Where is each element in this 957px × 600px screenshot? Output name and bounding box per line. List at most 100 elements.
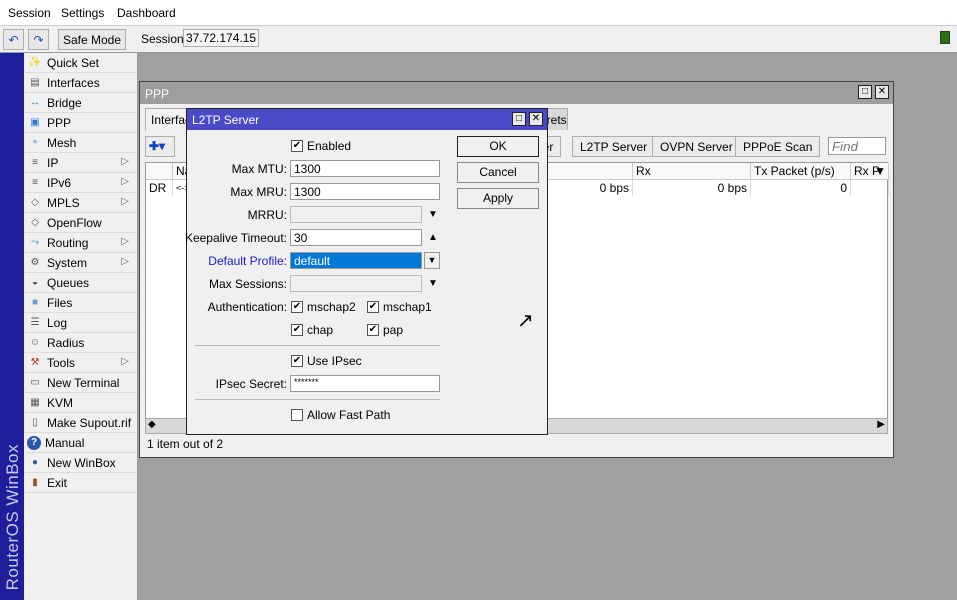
max-sessions-label: Max Sessions: [208, 277, 287, 291]
scroll-left-icon[interactable]: ◆ [148, 419, 156, 430]
sidebar-item-openflow[interactable]: ◇ OpenFlow [24, 213, 137, 233]
main-toolbar: ↶ ↷ Safe Mode Session: 37.72.174.15 [0, 26, 957, 53]
submenu-arrow-icon: ▷ [121, 236, 129, 247]
mrru-expand-icon[interactable]: ▼ [428, 209, 438, 220]
status-indicator [940, 31, 950, 44]
add-button[interactable]: ✚▾ [145, 136, 175, 157]
sidebar-item-label: Files [47, 295, 73, 310]
keepalive-input[interactable]: 30 [290, 229, 422, 246]
sidebar-item-label: System [47, 255, 88, 270]
mrru-label: MRRU: [247, 208, 287, 222]
max-mru-input[interactable]: 1300 [290, 183, 440, 200]
ppp-icon: ▣ [30, 117, 40, 128]
menu-session[interactable]: Session [8, 6, 51, 20]
auth-mschap1-label: mschap1 [383, 300, 432, 314]
allow-fast-path-checkbox[interactable] [291, 409, 303, 421]
auth-chap-label: chap [307, 323, 334, 337]
sidebar-item-new-winbox[interactable]: ● New WinBox [24, 453, 137, 473]
col-rx[interactable]: Rx [633, 163, 751, 180]
sidebar-item-label: Log [47, 315, 68, 330]
close-button[interactable]: ✕ [875, 85, 889, 99]
ppp-titlebar[interactable]: PPP □ ✕ [140, 82, 893, 104]
menu-dashboard[interactable]: Dashboard [117, 6, 176, 20]
l2tp-server-dialog: L2TP Server □ ✕ ✔ Enabled Max MTU: 1300 … [184, 108, 548, 435]
dialog-titlebar[interactable]: L2TP Server □ ✕ [187, 109, 547, 130]
enabled-checkbox[interactable]: ✔ [291, 140, 303, 152]
sidebar-item-radius[interactable]: ☺ Radius [24, 333, 137, 353]
auth-pap-checkbox[interactable]: ✔ [367, 324, 379, 336]
column-menu-icon[interactable]: ▼ [874, 164, 886, 178]
menu-settings[interactable]: Settings [61, 6, 104, 20]
max-mtu-input[interactable]: 1300 [290, 160, 440, 177]
default-profile-select[interactable]: default [290, 252, 422, 269]
sidebar-item-log[interactable]: ☰ Log [24, 313, 137, 333]
auth-mschap2-checkbox[interactable]: ✔ [291, 301, 303, 313]
default-profile-label: Default Profile: [208, 254, 287, 268]
keepalive-label: Keepalive Timeout: [184, 231, 287, 245]
find-input[interactable] [828, 137, 886, 155]
sidebar-item-files[interactable]: ■ Files [24, 293, 137, 313]
col-tx-packet[interactable]: Tx Packet (p/s) [751, 163, 851, 180]
redo-button[interactable]: ↷ [28, 29, 49, 50]
sidebar-item-ipv6[interactable]: ≡ IPv6 ▷ [24, 173, 137, 193]
ipsec-secret-input[interactable]: ******* [290, 375, 440, 392]
pppoe-scan-button[interactable]: PPPoE Scan [735, 136, 821, 157]
sidebar-item-manual[interactable]: ? Manual [24, 433, 137, 453]
sidebar: ✨ Quick Set ▤ Interfaces ↔ Bridge ▣ PPP ∘ Mesh ≡ IP… [24, 53, 138, 600]
sidebar-item-quick-set[interactable]: ✨ Quick Set [24, 53, 137, 73]
sidebar-item-label: Exit [47, 475, 68, 490]
winbox-icon: ● [31, 457, 39, 468]
sidebar-item-ppp[interactable]: ▣ PPP [24, 113, 137, 133]
sidebar-item-new-terminal[interactable]: ▭ New Terminal [24, 373, 137, 393]
keepalive-collapse-icon[interactable]: ▲ [428, 232, 438, 243]
submenu-arrow-icon: ▷ [121, 156, 129, 167]
sidebar-item-label: Radius [47, 335, 85, 350]
use-ipsec-checkbox[interactable]: ✔ [291, 355, 303, 367]
col-flag[interactable] [146, 163, 173, 180]
safe-mode-button[interactable]: Safe Mode [58, 29, 126, 50]
ok-button[interactable]: OK [457, 136, 539, 157]
max-sessions-expand-icon[interactable]: ▼ [428, 278, 438, 289]
sidebar-item-kvm[interactable]: ▦ KVM [24, 393, 137, 413]
sidebar-item-exit[interactable]: ▮ Exit [24, 473, 137, 493]
sidebar-item-mesh[interactable]: ∘ Mesh [24, 133, 137, 153]
maximize-button[interactable]: □ [858, 85, 872, 99]
undo-button[interactable]: ↶ [3, 29, 24, 50]
menu-bar: Session Settings Dashboard [0, 0, 957, 26]
max-sessions-input[interactable] [290, 275, 422, 292]
sidebar-item-system[interactable]: ⚙ System ▷ [24, 253, 137, 273]
dialog-close-button[interactable]: ✕ [529, 112, 543, 126]
l2tp-server-button[interactable]: L2TP Server [572, 136, 656, 157]
auth-chap-checkbox[interactable]: ✔ [291, 324, 303, 336]
ovpn-server-button[interactable]: OVPN Server [652, 136, 741, 157]
mrru-input[interactable] [290, 206, 422, 223]
authentication-label: Authentication: [207, 300, 287, 314]
use-ipsec-label: Use IPsec [307, 354, 362, 368]
sidebar-item-label: PPP [47, 115, 72, 130]
branding-bar: RouterOS WinBox [0, 53, 24, 600]
sidebar-item-bridge[interactable]: ↔ Bridge [24, 93, 137, 113]
branding-text: RouterOS WinBox [3, 443, 22, 590]
sidebar-item-mpls[interactable]: ◇ MPLS ▷ [24, 193, 137, 213]
bridge-icon: ↔ [30, 97, 40, 108]
cancel-button[interactable]: Cancel [457, 162, 539, 183]
default-profile-dropdown-button[interactable]: ▼ [424, 252, 440, 269]
auth-mschap1-checkbox[interactable]: ✔ [367, 301, 379, 313]
sidebar-item-tools[interactable]: ⚒ Tools ▷ [24, 353, 137, 373]
sidebar-item-queues[interactable]: ◒ Queues [24, 273, 137, 293]
redo-icon: ↷ [33, 32, 44, 47]
scroll-right-icon[interactable]: ▶ [877, 419, 885, 430]
mesh-icon: ∘ [31, 137, 39, 148]
file-icon: ▯ [32, 417, 38, 428]
sidebar-item-label: Tools [47, 355, 76, 370]
auth-mschap2-label: mschap2 [307, 300, 356, 314]
apply-button[interactable]: Apply [457, 188, 539, 209]
col-rx-packet[interactable]: Rx P ▼ [851, 163, 889, 180]
sidebar-item-make-supout-rif[interactable]: ▯ Make Supout.rif [24, 413, 137, 433]
sidebar-item-label: Bridge [47, 95, 82, 110]
sidebar-item-ip[interactable]: ≡ IP ▷ [24, 153, 137, 173]
sidebar-item-interfaces[interactable]: ▤ Interfaces [24, 73, 137, 93]
dialog-maximize-button[interactable]: □ [512, 112, 526, 126]
sidebar-item-routing[interactable]: ⤳ Routing ▷ [24, 233, 137, 253]
sidebar-item-label: New Terminal [47, 375, 120, 390]
